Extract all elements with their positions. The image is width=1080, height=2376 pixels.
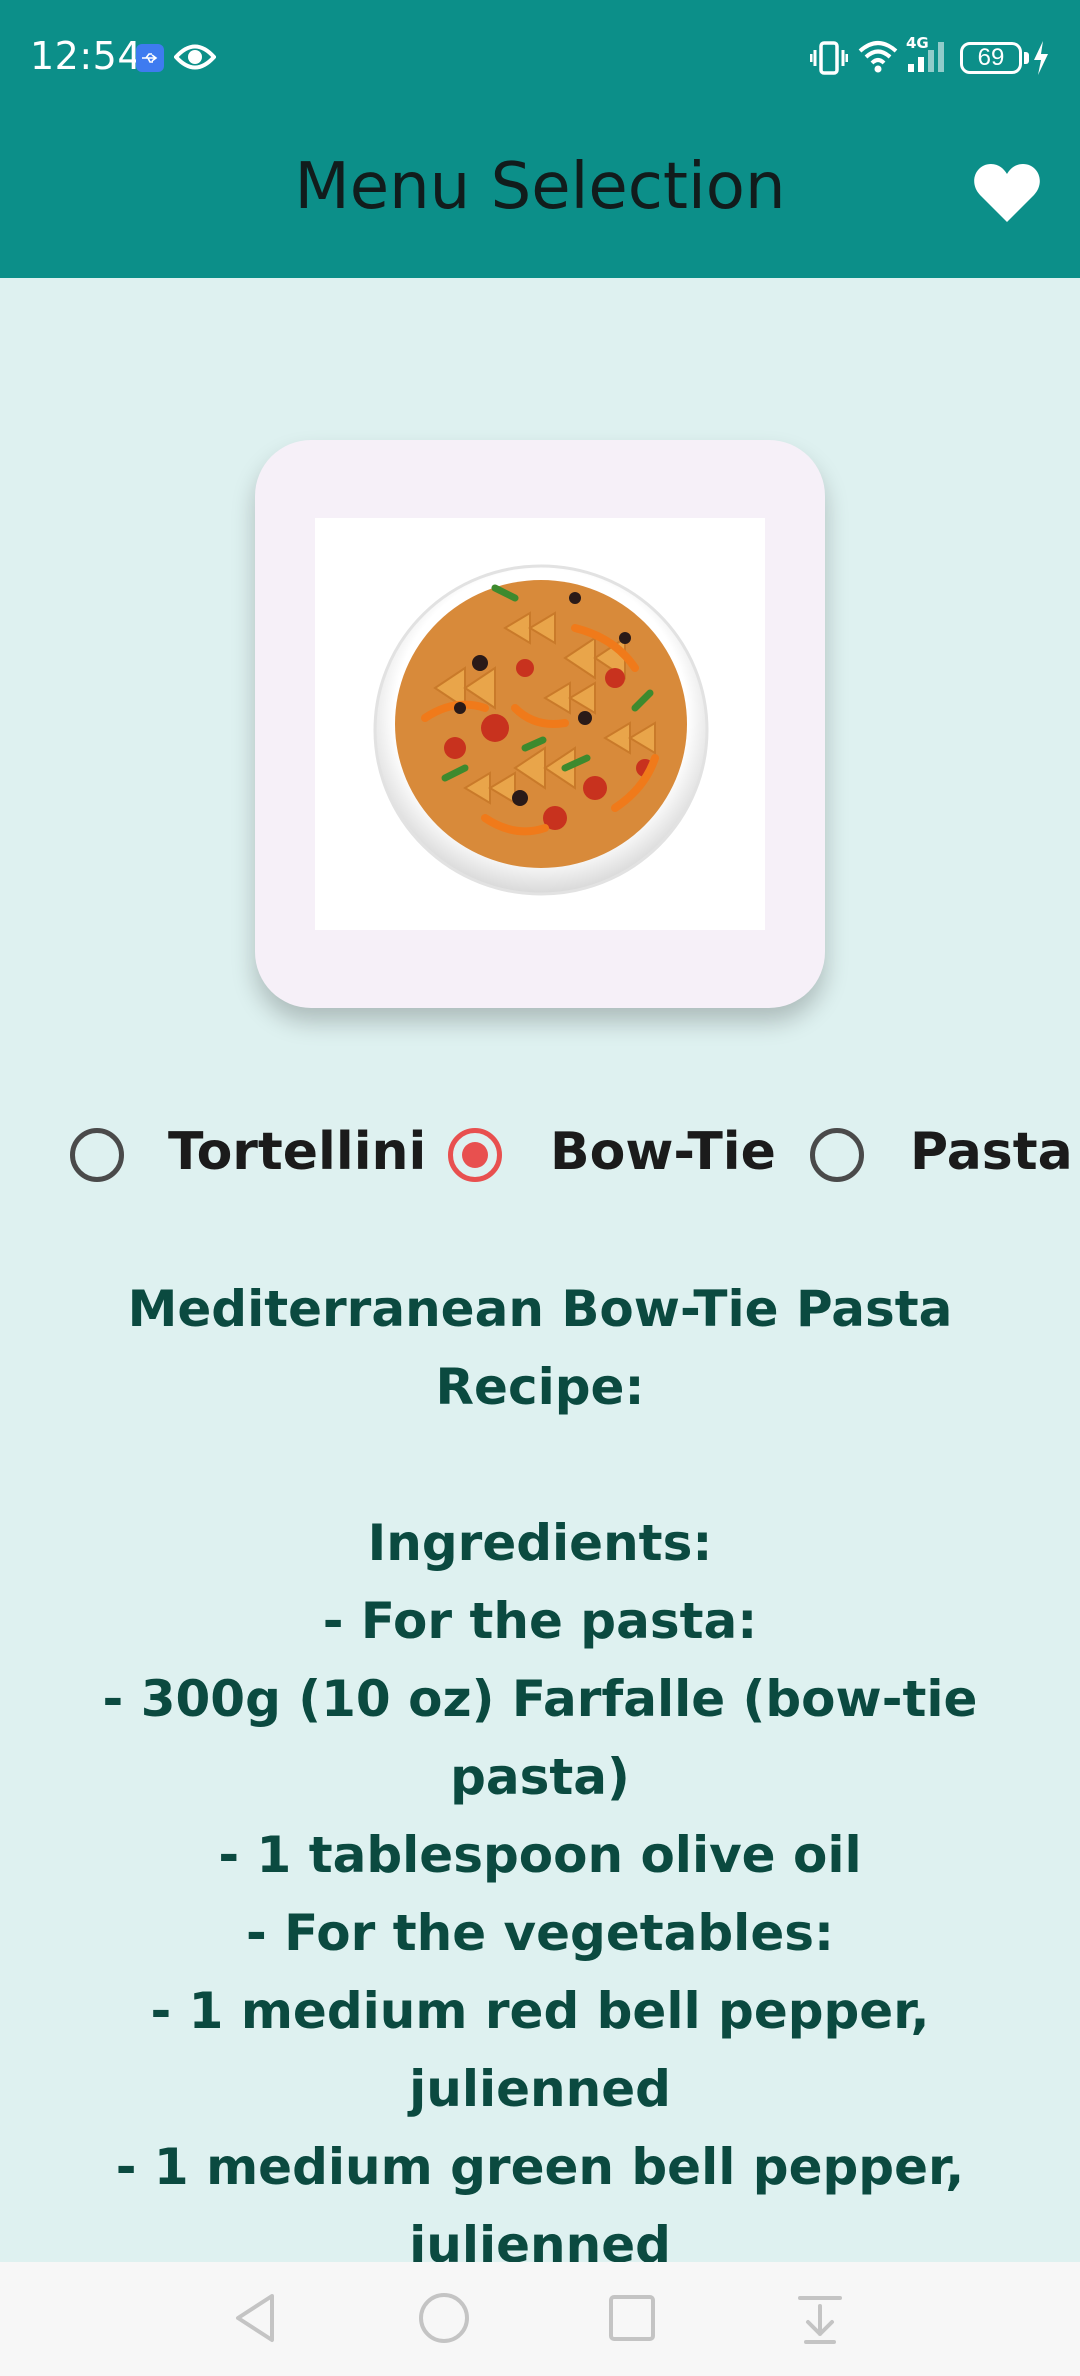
recipe-line: - 1 medium green bell pepper,: [115, 2138, 965, 2196]
status-bar: 12:54 4G 69: [0, 0, 1080, 118]
usb-icon: [136, 44, 164, 72]
wifi-icon: [857, 38, 899, 78]
back-icon[interactable]: [230, 2290, 280, 2350]
pasta-type-radio-group: Tortellini Bow-Tie Pasta: [0, 1120, 1080, 1190]
eye-icon: [173, 42, 217, 76]
vibrate-icon: [809, 40, 849, 80]
recipe-text: Mediterranean Bow-Tie Pasta Recipe: Ingr…: [60, 1270, 1020, 2284]
recipe-line: pasta): [450, 1748, 630, 1806]
favorite-heart-icon[interactable]: [972, 162, 1042, 226]
recipe-line: - 1 medium red bell pepper,: [150, 1982, 930, 2040]
system-nav-bar: [0, 2262, 1080, 2376]
radio-dot: [462, 1142, 488, 1168]
app-bar: 12:54 4G 69 Menu Selection: [0, 0, 1080, 278]
radio-button-checked[interactable]: [448, 1128, 502, 1182]
battery-icon: 69: [960, 42, 1022, 74]
recipe-line: - 300g (10 oz) Farfalle (bow-tie: [102, 1670, 978, 1728]
recipe-line: Ingredients:: [367, 1514, 713, 1572]
page-title: Menu Selection: [294, 150, 786, 224]
status-time: 12:54: [30, 34, 143, 78]
recipe-line: Mediterranean Bow-Tie Pasta: [127, 1280, 953, 1338]
recipe-line: - For the vegetables:: [246, 1904, 834, 1962]
signal-icon: [906, 38, 952, 78]
recipe-line: julienned: [409, 2060, 671, 2118]
radio-button-unchecked[interactable]: [810, 1128, 864, 1182]
dish-image: [315, 518, 765, 930]
radio-button-unchecked[interactable]: [70, 1128, 124, 1182]
home-icon[interactable]: [416, 2290, 472, 2350]
radio-label: Pasta: [910, 1122, 1073, 1182]
radio-label: Tortellini: [168, 1122, 427, 1182]
recents-icon[interactable]: [606, 2290, 658, 2350]
recipe-line: Recipe:: [435, 1358, 645, 1416]
recipe-line: - 1 tablespoon olive oil: [218, 1826, 862, 1884]
dish-image-card: [255, 440, 825, 1008]
recipe-line: - For the pasta:: [322, 1592, 758, 1650]
notification-pulldown-icon[interactable]: [796, 2290, 844, 2350]
battery-tip: [1024, 52, 1029, 64]
radio-label: Bow-Tie: [550, 1122, 776, 1182]
charging-bolt-icon: [1032, 40, 1050, 80]
recipe-line-blank: [60, 1426, 1020, 1504]
